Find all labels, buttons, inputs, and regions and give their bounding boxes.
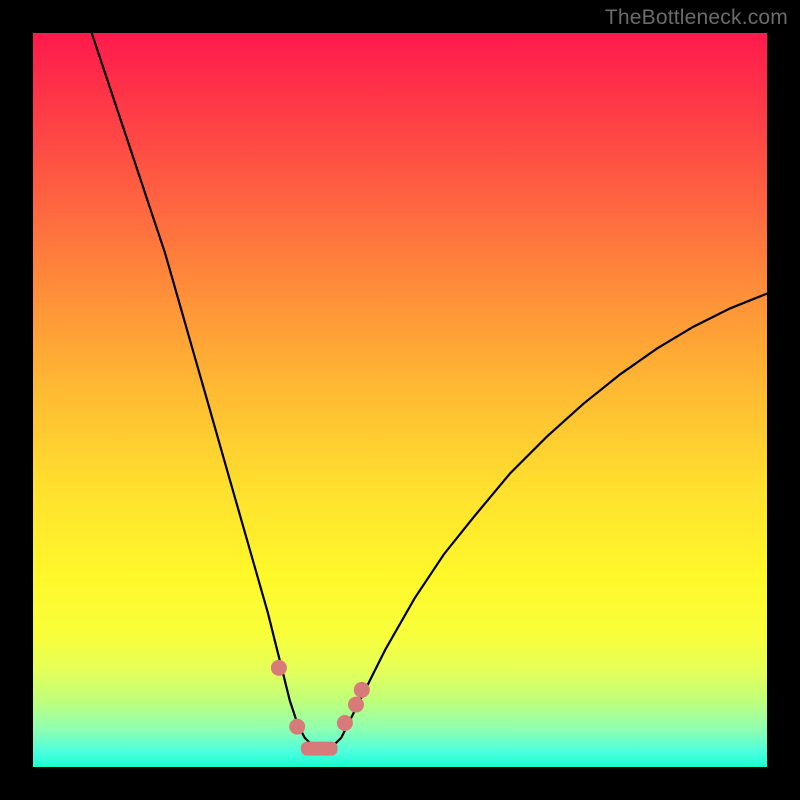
bottleneck-curve [92,33,767,749]
highlight-dot [354,682,370,698]
plot-area [33,33,767,767]
highlight-dot [271,660,287,676]
highlight-dot [289,719,305,735]
highlight-dot [348,697,364,713]
highlight-dot [337,715,353,731]
highlight-dots-group [271,660,370,735]
watermark-text: TheBottleneck.com [605,6,788,30]
valley-bar [301,742,338,756]
chart-frame: TheBottleneck.com [0,0,800,800]
curve-layer [33,33,767,767]
